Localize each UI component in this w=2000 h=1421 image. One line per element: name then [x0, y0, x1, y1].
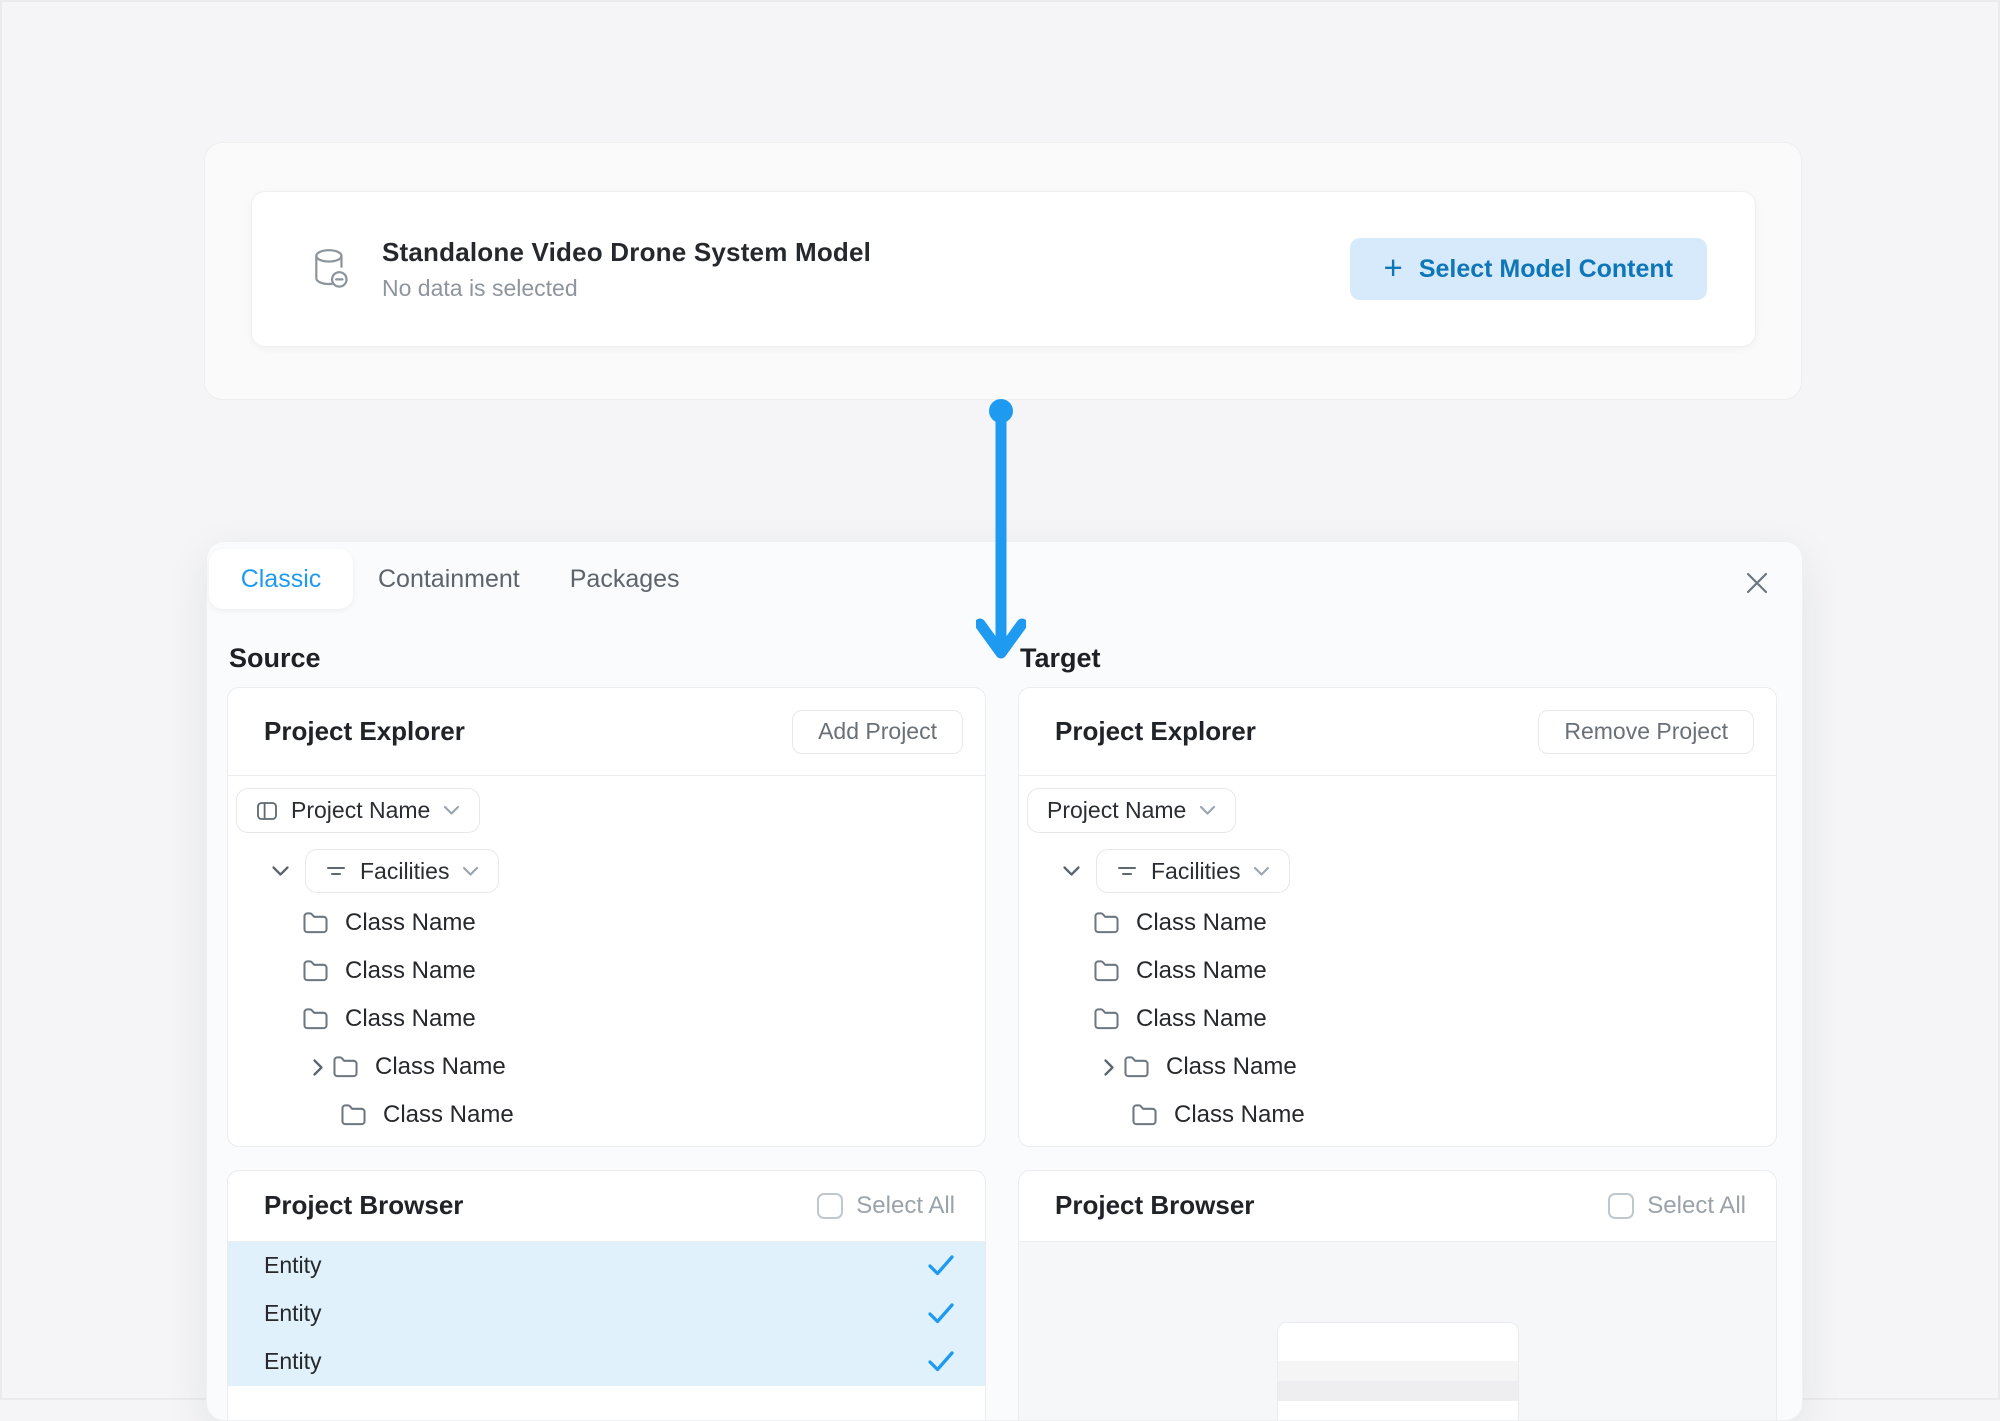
tab-containment[interactable]: Containment [353, 549, 545, 609]
remove-project-button[interactable]: Remove Project [1538, 710, 1754, 754]
chevron-right-icon[interactable] [1103, 1058, 1115, 1077]
browser-row-entity[interactable]: Entity [228, 1338, 985, 1386]
tree-item-label: Class Name [345, 909, 476, 937]
tab-packages[interactable]: Packages [545, 549, 705, 609]
entity-label: Entity [264, 1348, 322, 1375]
folder-icon [302, 911, 329, 935]
chevron-right-icon[interactable] [312, 1058, 324, 1077]
source-column: Source Project Explorer Add Project [227, 634, 986, 1420]
check-icon [927, 1350, 955, 1373]
chevron-down-icon [462, 866, 479, 877]
check-icon [927, 1254, 955, 1277]
tree-item[interactable]: Class Name [1027, 1091, 1768, 1139]
folder-icon [1093, 959, 1120, 983]
filter-icon [325, 862, 347, 880]
tree-item[interactable]: Class Name [236, 947, 977, 995]
folder-icon [302, 959, 329, 983]
tree-item-label: Class Name [1166, 1053, 1297, 1081]
tree-item[interactable]: Class Name [236, 899, 977, 947]
check-icon [927, 1302, 955, 1325]
database-link-icon [308, 246, 352, 292]
model-title: Standalone Video Drone System Model [382, 237, 871, 268]
tree-item-label: Class Name [1136, 1005, 1267, 1033]
model-summary-section: Standalone Video Drone System Model No d… [204, 142, 1802, 400]
tree-item-label: Class Name [1174, 1101, 1305, 1129]
skeleton-placeholder [1277, 1322, 1519, 1420]
tab-classic[interactable]: Classic [209, 549, 353, 609]
entity-label: Entity [264, 1300, 322, 1327]
tree-item[interactable]: Class Name [1027, 947, 1768, 995]
source-project-name-label: Project Name [291, 797, 430, 824]
tree-item[interactable]: Class Name [236, 1043, 977, 1091]
tree-item-label: Class Name [345, 957, 476, 985]
folder-icon [1093, 911, 1120, 935]
target-explorer-title: Project Explorer [1055, 716, 1256, 747]
target-browser-title: Project Browser [1055, 1190, 1254, 1221]
tree-item[interactable]: Class Name [1027, 899, 1768, 947]
entity-label: Entity [264, 1252, 322, 1279]
target-facilities-label: Facilities [1151, 858, 1240, 885]
model-subtitle: No data is selected [382, 275, 871, 302]
tree-item[interactable]: Class Name [236, 995, 977, 1043]
folder-icon [1093, 1007, 1120, 1031]
target-browser-empty-state [1019, 1242, 1776, 1420]
target-select-all[interactable]: Select All [1608, 1192, 1746, 1220]
select-all-label: Select All [1647, 1192, 1746, 1220]
close-icon [1744, 570, 1770, 596]
add-project-button[interactable]: Add Project [792, 710, 963, 754]
chevron-down-icon [443, 805, 460, 816]
folder-icon [1131, 1103, 1158, 1127]
checkbox-icon[interactable] [1608, 1193, 1634, 1219]
source-project-explorer-card: Project Explorer Add Project Project Nam… [227, 687, 986, 1147]
tree-item[interactable]: Class Name [1027, 1043, 1768, 1091]
select-model-content-label: Select Model Content [1419, 255, 1673, 284]
source-project-browser-card: Project Browser Select All Entity Entity… [227, 1170, 986, 1420]
target-project-explorer-card: Project Explorer Remove Project Project … [1018, 687, 1777, 1147]
expand-chevron-down-icon[interactable] [1062, 865, 1081, 877]
tree-item-label: Class Name [1136, 909, 1267, 937]
source-select-all[interactable]: Select All [817, 1192, 955, 1220]
tree-item-label: Class Name [1136, 957, 1267, 985]
target-column: Target Project Explorer Remove Project P… [1018, 634, 1777, 1420]
tree-item-label: Class Name [375, 1053, 506, 1081]
tree-item[interactable]: Class Name [236, 1091, 977, 1139]
browser-row-entity[interactable]: Entity [228, 1290, 985, 1338]
tree-item[interactable]: Class Name [1027, 1139, 1768, 1147]
connector-arrow-down [976, 398, 1026, 664]
plus-icon: + [1384, 251, 1403, 284]
source-browser-title: Project Browser [264, 1190, 463, 1221]
select-model-content-button[interactable]: + Select Model Content [1350, 238, 1707, 300]
chevron-down-icon [1253, 866, 1270, 877]
panel-icon [256, 800, 278, 822]
chevron-down-icon [1199, 805, 1216, 816]
target-project-name-label: Project Name [1047, 797, 1186, 824]
target-facilities-chip[interactable]: Facilities [1096, 849, 1290, 893]
tree-item-label: Class Name [345, 1005, 476, 1033]
source-explorer-title: Project Explorer [264, 716, 465, 747]
model-content-dialog: Classic Containment Packages Source Proj… [206, 541, 1803, 1421]
source-facilities-label: Facilities [360, 858, 449, 885]
folder-icon [332, 1055, 359, 1079]
tree-item[interactable]: Class Name [236, 1139, 977, 1147]
folder-icon [340, 1103, 367, 1127]
tree-item[interactable]: Class Name [1027, 995, 1768, 1043]
source-section-label: Source [229, 643, 986, 671]
folder-icon [1123, 1055, 1150, 1079]
filter-icon [1116, 862, 1138, 880]
model-summary-card: Standalone Video Drone System Model No d… [251, 191, 1756, 347]
source-facilities-chip[interactable]: Facilities [305, 849, 499, 893]
tree-item-label: Class Name [383, 1101, 514, 1129]
checkbox-icon[interactable] [817, 1193, 843, 1219]
expand-chevron-down-icon[interactable] [271, 865, 290, 877]
source-project-name-chip[interactable]: Project Name [236, 788, 480, 833]
select-all-label: Select All [856, 1192, 955, 1220]
folder-icon [302, 1007, 329, 1031]
target-section-label: Target [1020, 643, 1777, 671]
close-button[interactable] [1740, 566, 1774, 600]
target-project-browser-card: Project Browser Select All [1018, 1170, 1777, 1420]
browser-row-entity[interactable]: Entity [228, 1242, 985, 1290]
target-project-name-chip[interactable]: Project Name [1027, 788, 1236, 833]
